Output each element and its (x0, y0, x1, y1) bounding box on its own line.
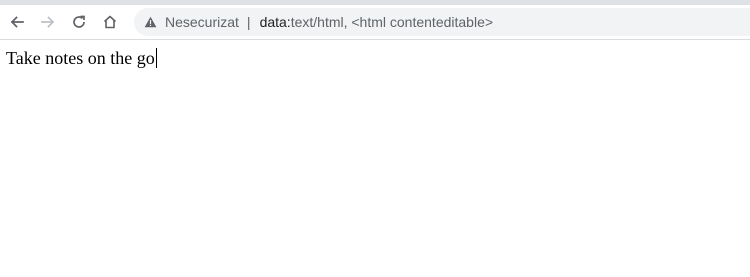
note-text: Take notes on the go (6, 48, 155, 68)
text-caret (155, 48, 157, 68)
home-icon (103, 15, 117, 29)
browser-toolbar: Nesecurizat | data: text/html, <html con… (0, 5, 750, 40)
editable-page-content[interactable]: Take notes on the go (0, 40, 750, 77)
home-button[interactable] (97, 9, 123, 35)
warning-triangle-icon[interactable] (144, 16, 157, 28)
url-scheme[interactable]: data: (260, 14, 291, 30)
url-separator: | (246, 14, 251, 30)
forward-button[interactable] (35, 9, 61, 35)
address-bar[interactable]: Nesecurizat | data: text/html, <html con… (134, 8, 750, 36)
forward-arrow-icon (41, 16, 55, 28)
url-path[interactable]: text/html, <html contenteditable> (291, 14, 493, 30)
security-status-label[interactable]: Nesecurizat (165, 14, 239, 30)
reload-button[interactable] (66, 9, 92, 35)
reload-icon (73, 15, 85, 28)
back-arrow-icon (10, 16, 24, 28)
back-button[interactable] (4, 9, 30, 35)
